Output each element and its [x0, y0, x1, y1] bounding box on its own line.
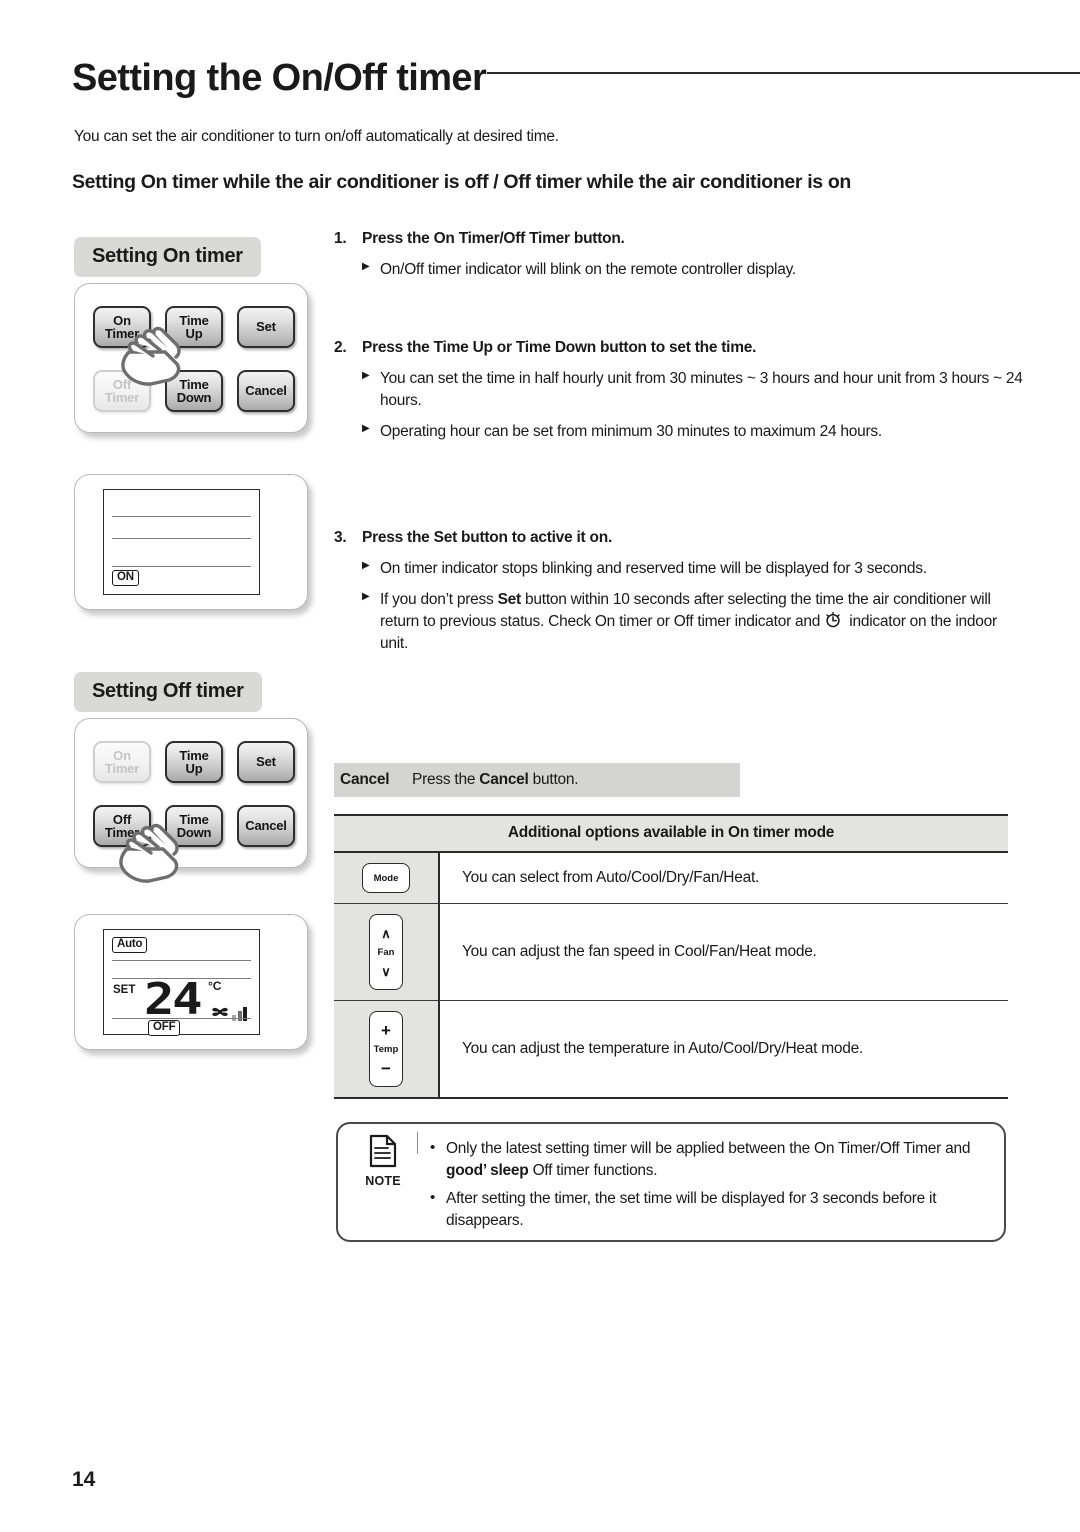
button-label-bottom: Up — [185, 326, 203, 341]
lcd-screen: Auto SET 24 °C OFF — [103, 929, 260, 1036]
lcd-display-off-timer: Auto SET 24 °C OFF — [74, 914, 308, 1050]
lcd-set-label: SET — [113, 984, 136, 996]
setting-on-timer-label: Setting On timer — [74, 237, 261, 277]
button-label-bottom: Timer — [104, 326, 140, 341]
temp-plusminus-button-icon[interactable]: + Temp − — [369, 1011, 403, 1087]
button-label-bottom: Down — [176, 825, 212, 840]
minus-icon[interactable]: − — [381, 1060, 391, 1077]
step-1-heading: 1. Press the On Timer/Off Timer button. — [334, 230, 625, 247]
step-1: 1.Press the On Timer/Off Timer button. O… — [334, 230, 1024, 290]
note-list: Only the latest setting timer will be ap… — [426, 1137, 986, 1238]
page-title: Setting the On/Off timer — [72, 57, 487, 99]
step-3: 3. Press the Set button to active it on. … — [334, 529, 1024, 665]
chevron-up-icon[interactable]: ∧ — [381, 927, 391, 940]
step-1-bullet: On/Off timer indicator will blink on the… — [334, 259, 1024, 281]
lcd-screen: ON — [103, 489, 260, 595]
remote-button-on-timer[interactable]: On Timer — [93, 741, 151, 783]
note-item: Only the latest setting timer will be ap… — [426, 1137, 986, 1182]
cancel-description: Press the Cancel button. — [412, 771, 579, 788]
step-3-heading: 3. Press the Set button to active it on. — [334, 529, 613, 546]
note-icon-group: NOTE — [352, 1134, 414, 1188]
step-2-heading: 2. Press the Time Up or Time Down button … — [334, 339, 757, 356]
remote-button-cancel[interactable]: Cancel — [237, 805, 295, 847]
button-label: Set — [256, 319, 276, 335]
table-header-title: Additional options available in On timer… — [334, 814, 1008, 853]
chevron-down-icon[interactable]: ∨ — [381, 965, 391, 978]
temp-button-cell: + Temp − — [334, 1000, 440, 1099]
lcd-badge-auto: Auto — [112, 937, 148, 953]
lcd-display-on-timer: ON — [74, 474, 308, 610]
cancel-label: Cancel — [340, 771, 390, 788]
fan-button-cell: ∧ Fan ∨ — [334, 903, 440, 1001]
table-row: ∧ Fan ∨ You can adjust the fan speed in … — [334, 903, 1008, 1001]
button-label-bottom: Timer — [104, 825, 140, 840]
remote-button-on-timer[interactable]: On Timer — [93, 306, 151, 348]
step-3-bullet: On timer indicator stops blinking and re… — [334, 558, 1024, 580]
fan-updown-button-icon[interactable]: ∧ Fan ∨ — [369, 914, 403, 990]
remote-button-cancel[interactable]: Cancel — [237, 370, 295, 412]
additional-options-table: Additional options available in On timer… — [334, 814, 1008, 1099]
button-label-bottom: Timer — [104, 761, 140, 776]
lcd-badge-off: OFF — [148, 1020, 181, 1036]
remote-buttons-off-timer: On Timer Time Up Set Off Timer Time Down Can… — [74, 718, 308, 883]
section-heading: Setting On timer while the air condition… — [72, 171, 851, 193]
mini-button-label: Fan — [377, 946, 395, 958]
step-2-bullet: You can set the time in half hourly unit… — [334, 368, 1024, 412]
step-3-bullet-rich: If you don’t press Set button within 10 … — [334, 589, 1024, 655]
lcd-degree-unit: °C — [208, 979, 222, 993]
step-2: 2. Press the Time Up or Time Down button … — [334, 339, 1024, 452]
remote-button-time-up[interactable]: Time Up — [165, 306, 223, 348]
table-row: Mode You can select from Auto/Cool/Dry/F… — [334, 852, 1008, 904]
remote-button-time-down[interactable]: Time Down — [165, 805, 223, 847]
mode-description: You can select from Auto/Cool/Dry/Fan/He… — [439, 852, 1008, 904]
page-number: 14 — [72, 1468, 96, 1491]
remote-button-set[interactable]: Set — [237, 741, 295, 783]
button-label: Set — [256, 754, 276, 770]
plus-icon[interactable]: + — [381, 1022, 391, 1039]
button-label-bottom: Down — [176, 390, 212, 405]
setting-off-timer-label: Setting Off timer — [74, 672, 262, 712]
fan-icon — [212, 1007, 228, 1017]
lcd-badge-on: ON — [112, 570, 139, 586]
step-number: 3. — [334, 529, 347, 546]
remote-button-off-timer[interactable]: Off Timer — [93, 805, 151, 847]
mode-button-icon[interactable]: Mode — [362, 863, 410, 893]
table-header-row: Additional options available in On timer… — [334, 814, 1008, 853]
note-box: NOTE Only the latest setting timer will … — [336, 1122, 1006, 1242]
temp-description: You can adjust the temperature in Auto/C… — [439, 1000, 1008, 1099]
table-row: + Temp − You can adjust the temperature … — [334, 1000, 1008, 1099]
remote-button-time-up[interactable]: Time Up — [165, 741, 223, 783]
fan-description: You can adjust the fan speed in Cool/Fan… — [439, 903, 1008, 1001]
remote-button-time-down[interactable]: Time Down — [165, 370, 223, 412]
button-label: Cancel — [245, 818, 287, 834]
mode-button-cell: Mode — [334, 852, 440, 904]
button-label-bottom: Up — [185, 761, 203, 776]
clock-icon — [826, 612, 840, 628]
step-2-bullet: Operating hour can be set from minimum 3… — [334, 421, 1024, 443]
document-note-icon — [369, 1134, 397, 1168]
note-label: NOTE — [365, 1174, 401, 1188]
remote-buttons-on-timer: On Timer Time Up Set Off Timer Time Down Can… — [74, 283, 308, 433]
step-number: 1. — [334, 230, 347, 247]
button-label-bottom: Timer — [104, 390, 140, 405]
lcd-temperature-value: 24 — [144, 974, 203, 1025]
step-number: 2. — [334, 339, 347, 356]
mini-button-label: Temp — [373, 1043, 399, 1055]
title-rule — [487, 72, 1080, 74]
intro-text: You can set the air conditioner to turn … — [74, 128, 559, 145]
cancel-strip: Cancel Press the Cancel button. — [334, 763, 740, 797]
remote-button-off-timer[interactable]: Off Timer — [93, 370, 151, 412]
mini-button-label: Mode — [373, 872, 399, 884]
button-label: Cancel — [245, 383, 287, 399]
remote-button-set[interactable]: Set — [237, 306, 295, 348]
note-divider — [417, 1132, 418, 1154]
note-item: After setting the timer, the set time wi… — [426, 1187, 986, 1232]
